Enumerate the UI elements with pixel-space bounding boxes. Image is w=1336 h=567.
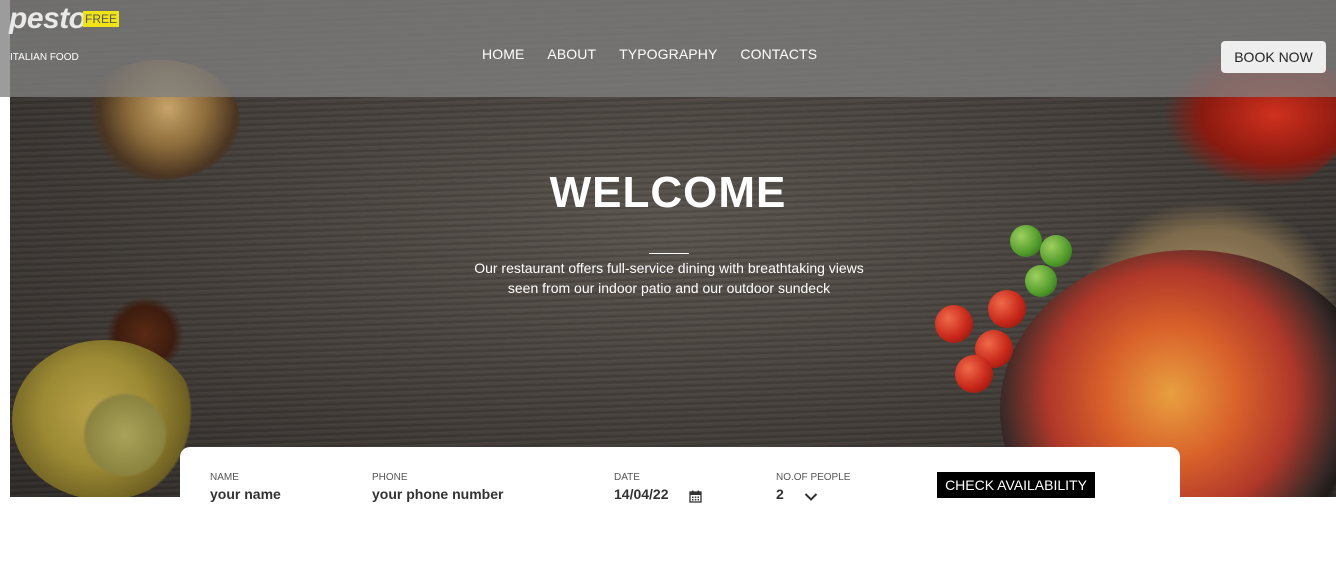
tomato-image [935, 305, 973, 343]
hero-divider [649, 253, 689, 254]
tomato-image [988, 290, 1026, 328]
phone-field: PHONE your phone number [372, 472, 503, 502]
green-tomato-image [1010, 225, 1042, 257]
logo[interactable]: pesto FREE [9, 2, 120, 36]
date-label: DATE [614, 472, 640, 483]
phone-label: PHONE [372, 472, 408, 483]
logo-badge: FREE [83, 11, 120, 27]
nav-item-about[interactable]: ABOUT [547, 46, 596, 62]
date-field: DATE 14/04/22 [614, 472, 669, 502]
check-availability-button[interactable]: CHECK AVAILABILITY [937, 472, 1095, 498]
chevron-down-icon[interactable] [804, 492, 818, 502]
book-now-button[interactable]: BOOK NOW [1221, 41, 1326, 73]
nav-item-typography[interactable]: TYPOGRAPHY [619, 46, 717, 62]
site-header: pesto FREE ITALIAN FOOD HOME ABOUT TYPOG… [0, 0, 1336, 97]
hero-title: WELCOME [549, 168, 787, 217]
calendar-icon[interactable] [689, 490, 702, 503]
name-input[interactable]: your name [210, 486, 281, 502]
date-input[interactable]: 14/04/22 [614, 486, 669, 502]
green-tomato-image [1025, 265, 1057, 297]
name-label: NAME [210, 472, 239, 483]
tomato-image [955, 355, 993, 393]
booking-form: NAME your name PHONE your phone number D… [180, 447, 1180, 567]
nav-item-home[interactable]: HOME [482, 46, 524, 62]
green-tomato-image [1040, 235, 1072, 267]
hero-description: Our restaurant offers full-service dinin… [468, 258, 870, 298]
name-field: NAME your name [210, 472, 281, 502]
people-label: NO.OF PEOPLE [776, 472, 851, 483]
phone-input[interactable]: your phone number [372, 486, 503, 502]
logo-text[interactable]: pesto [9, 2, 87, 35]
hero-description-line: seen from our indoor patio and our outdo… [507, 280, 831, 296]
bay-leaves-image [80, 380, 170, 490]
hero-description-line: Our restaurant offers full-service dinin… [474, 260, 864, 276]
main-nav: HOME ABOUT TYPOGRAPHY CONTACTS [482, 46, 817, 62]
nav-item-contacts[interactable]: CONTACTS [740, 46, 817, 62]
brand-tagline: ITALIAN FOOD [10, 52, 79, 63]
